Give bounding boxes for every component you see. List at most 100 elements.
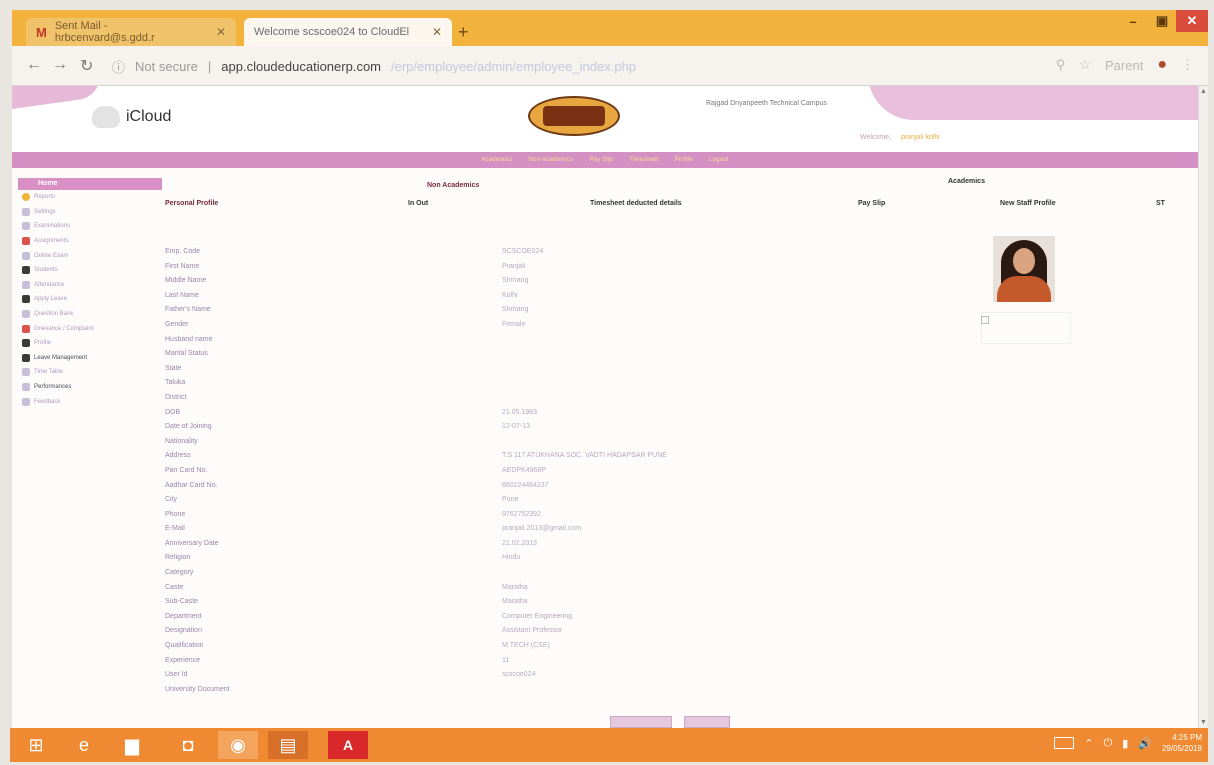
field-value: pranjali.2013@gmail.com bbox=[502, 525, 582, 533]
sidebar-item-time-table[interactable]: Time Table bbox=[18, 365, 162, 380]
menu-profile[interactable]: Profile bbox=[675, 157, 693, 163]
field-label: User Id bbox=[165, 671, 188, 679]
url-field[interactable]: ⓘ Not secure | app.cloudeducationerp.com… bbox=[112, 54, 1132, 78]
sidebar-item-students[interactable]: Students bbox=[18, 263, 162, 278]
power-icon[interactable]: ⏻ bbox=[1103, 737, 1112, 750]
field-label: Department bbox=[165, 612, 202, 620]
field-value: Maratha bbox=[502, 598, 528, 606]
tab-personal-profile[interactable]: Personal Profile bbox=[165, 200, 218, 207]
field-label: University Document bbox=[165, 685, 230, 693]
welcome-text: Welcome, pranjali kolhi bbox=[860, 134, 940, 141]
sidebar-item-assignments[interactable]: Assignments bbox=[18, 234, 162, 249]
tab-timesheet-deducted[interactable]: Timesheet deducted details bbox=[590, 200, 682, 207]
sidebar-item-reports[interactable]: Reports bbox=[18, 190, 162, 205]
field-value bbox=[502, 365, 667, 380]
profile-name[interactable]: Parent bbox=[1105, 58, 1143, 73]
menu-academics[interactable]: Academics bbox=[481, 157, 512, 163]
site-header: iCloud Rajgad Dnyanpeeth Technical Campu… bbox=[12, 86, 1198, 152]
tab-welcome[interactable]: Welcome scscoe024 to CloudEl ✕ bbox=[244, 18, 452, 46]
back-arrow-icon[interactable]: ← bbox=[26, 56, 42, 74]
folder-icon[interactable]: ▆ bbox=[112, 731, 152, 759]
sidebar-item-leave-management[interactable]: Leave Management bbox=[18, 351, 162, 366]
brand-name: iCloud bbox=[126, 108, 172, 125]
tray-arrow-icon[interactable]: ⌃ bbox=[1084, 737, 1093, 750]
field-label: Date of Joining bbox=[165, 423, 212, 431]
keyboard-icon[interactable] bbox=[1054, 737, 1075, 749]
welcome-user[interactable]: pranjali kolhi bbox=[901, 134, 940, 141]
sidebar-item-profile[interactable]: Profile bbox=[18, 336, 162, 351]
book-icon bbox=[22, 237, 30, 246]
field-value: 21.05.1983 bbox=[502, 408, 538, 416]
sidebar-item-attendance[interactable]: Attendance bbox=[18, 278, 162, 293]
field-values: SCSCOE024 Pranjali Shrirang Kolhi Shrirang Fe… bbox=[502, 248, 667, 700]
sidebar-item-online-exam[interactable]: Online Exam bbox=[18, 248, 162, 263]
scroll-down-icon[interactable]: ▼ bbox=[1200, 719, 1207, 726]
close-tab-icon[interactable]: ✕ bbox=[216, 25, 226, 39]
info-icon: ⓘ bbox=[112, 59, 126, 75]
pencil-icon bbox=[22, 251, 30, 260]
ie-icon[interactable]: e bbox=[64, 731, 104, 759]
pdf-icon[interactable]: A bbox=[328, 731, 368, 759]
sidebar-item-question-bank[interactable]: Question Bank bbox=[18, 307, 162, 322]
menu-timesheet[interactable]: Timesheet bbox=[629, 157, 659, 163]
question-icon bbox=[22, 310, 30, 319]
page-scrollbar[interactable]: ▲ ▼ bbox=[1198, 86, 1208, 728]
store-icon[interactable]: ◘ bbox=[168, 731, 208, 759]
scroll-up-icon[interactable]: ▲ bbox=[1200, 88, 1207, 95]
chart-icon bbox=[22, 383, 30, 392]
tab-new-staff-profile[interactable]: New Staff Profile bbox=[1000, 200, 1056, 207]
section-non-academics[interactable]: Non Academics bbox=[427, 182, 479, 189]
windows-start-icon[interactable]: ⊞ bbox=[16, 731, 56, 759]
update-button[interactable] bbox=[610, 716, 672, 728]
volume-icon[interactable]: 🔊 bbox=[1138, 737, 1152, 750]
system-tray: ⌃ ⏻ ▮ 🔊 4:25 PM 29/05/2019 bbox=[1054, 732, 1202, 754]
menu-logout[interactable]: Logout bbox=[709, 157, 729, 163]
tab-label: Welcome scscoe024 to CloudEl bbox=[254, 26, 410, 38]
profile-tabs: Non Academics Academics Personal Profile… bbox=[162, 178, 1192, 218]
menu-non-academics[interactable]: Non-Academics bbox=[529, 157, 574, 163]
chrome-icon[interactable]: ◉ bbox=[218, 731, 258, 759]
field-label: Middle Name bbox=[165, 277, 207, 285]
clock[interactable]: 4:25 PM 29/05/2019 bbox=[1162, 732, 1202, 754]
tab-sent-mail[interactable]: M Sent Mail - hrbcenvard@s.gdd.r ✕ bbox=[26, 18, 236, 46]
document-icon[interactable]: ▤ bbox=[268, 731, 308, 759]
taskbar: ⊞ e ▆ ◘ ◉ ▤ A ⌃ ⏻ ▮ 🔊 4:25 PM 29/05/2019 bbox=[10, 728, 1208, 762]
user-icon bbox=[22, 266, 30, 275]
forward-arrow-icon[interactable]: → bbox=[52, 56, 68, 74]
photo-checkbox[interactable] bbox=[981, 316, 989, 324]
sidebar-item-performances[interactable]: Performances bbox=[18, 380, 162, 395]
sidebar-item-grievance[interactable]: Grievance / Complaint bbox=[18, 321, 162, 336]
close-window-button[interactable]: ✕ bbox=[1176, 10, 1208, 32]
user-icon[interactable]: ● bbox=[1157, 56, 1167, 74]
field-value bbox=[502, 394, 667, 409]
address-bar: ← → ↻ ⓘ Not secure | app.cloudeducatione… bbox=[12, 46, 1208, 86]
field-label: Anniversary Date bbox=[165, 539, 219, 547]
tab-st[interactable]: ST bbox=[1156, 200, 1165, 207]
field-label: Designation bbox=[165, 627, 202, 635]
star-icon[interactable]: ☆ bbox=[1079, 57, 1091, 73]
new-tab-button[interactable]: + bbox=[458, 22, 469, 43]
sidebar-item-apply-leave[interactable]: Apply Leave bbox=[18, 292, 162, 307]
minimize-button[interactable]: – bbox=[1118, 10, 1148, 32]
field-label: Emp. Code bbox=[165, 248, 201, 255]
field-label: Category bbox=[165, 569, 194, 577]
close-tab-icon[interactable]: ✕ bbox=[432, 25, 442, 39]
main-menu: Academics Non-Academics Pay Slip Timeshe… bbox=[12, 152, 1198, 168]
search-icon[interactable]: ⚲ bbox=[1056, 57, 1066, 73]
menu-dots-icon[interactable]: ⋮ bbox=[1181, 57, 1194, 73]
sidebar-item-settings[interactable]: Settings bbox=[18, 205, 162, 220]
reload-icon[interactable]: ↻ bbox=[80, 56, 93, 76]
brand[interactable]: iCloud bbox=[92, 106, 171, 128]
section-academics[interactable]: Academics bbox=[948, 178, 985, 185]
cancel-button[interactable] bbox=[684, 716, 730, 728]
field-value: 9762752392 bbox=[502, 510, 541, 518]
field-label: Address bbox=[165, 452, 191, 460]
maximize-button[interactable]: ▣ bbox=[1148, 10, 1176, 32]
field-value: M.TECH (CSE) bbox=[502, 642, 550, 650]
tab-in-out[interactable]: In Out bbox=[408, 200, 428, 207]
sidebar-item-examinations[interactable]: Examinations bbox=[18, 219, 162, 234]
menu-pay-slip[interactable]: Pay Slip bbox=[589, 157, 613, 163]
network-icon[interactable]: ▮ bbox=[1122, 737, 1128, 750]
tab-pay-slip[interactable]: Pay Slip bbox=[858, 200, 885, 207]
sidebar-item-feedback[interactable]: Feedback bbox=[18, 394, 162, 409]
